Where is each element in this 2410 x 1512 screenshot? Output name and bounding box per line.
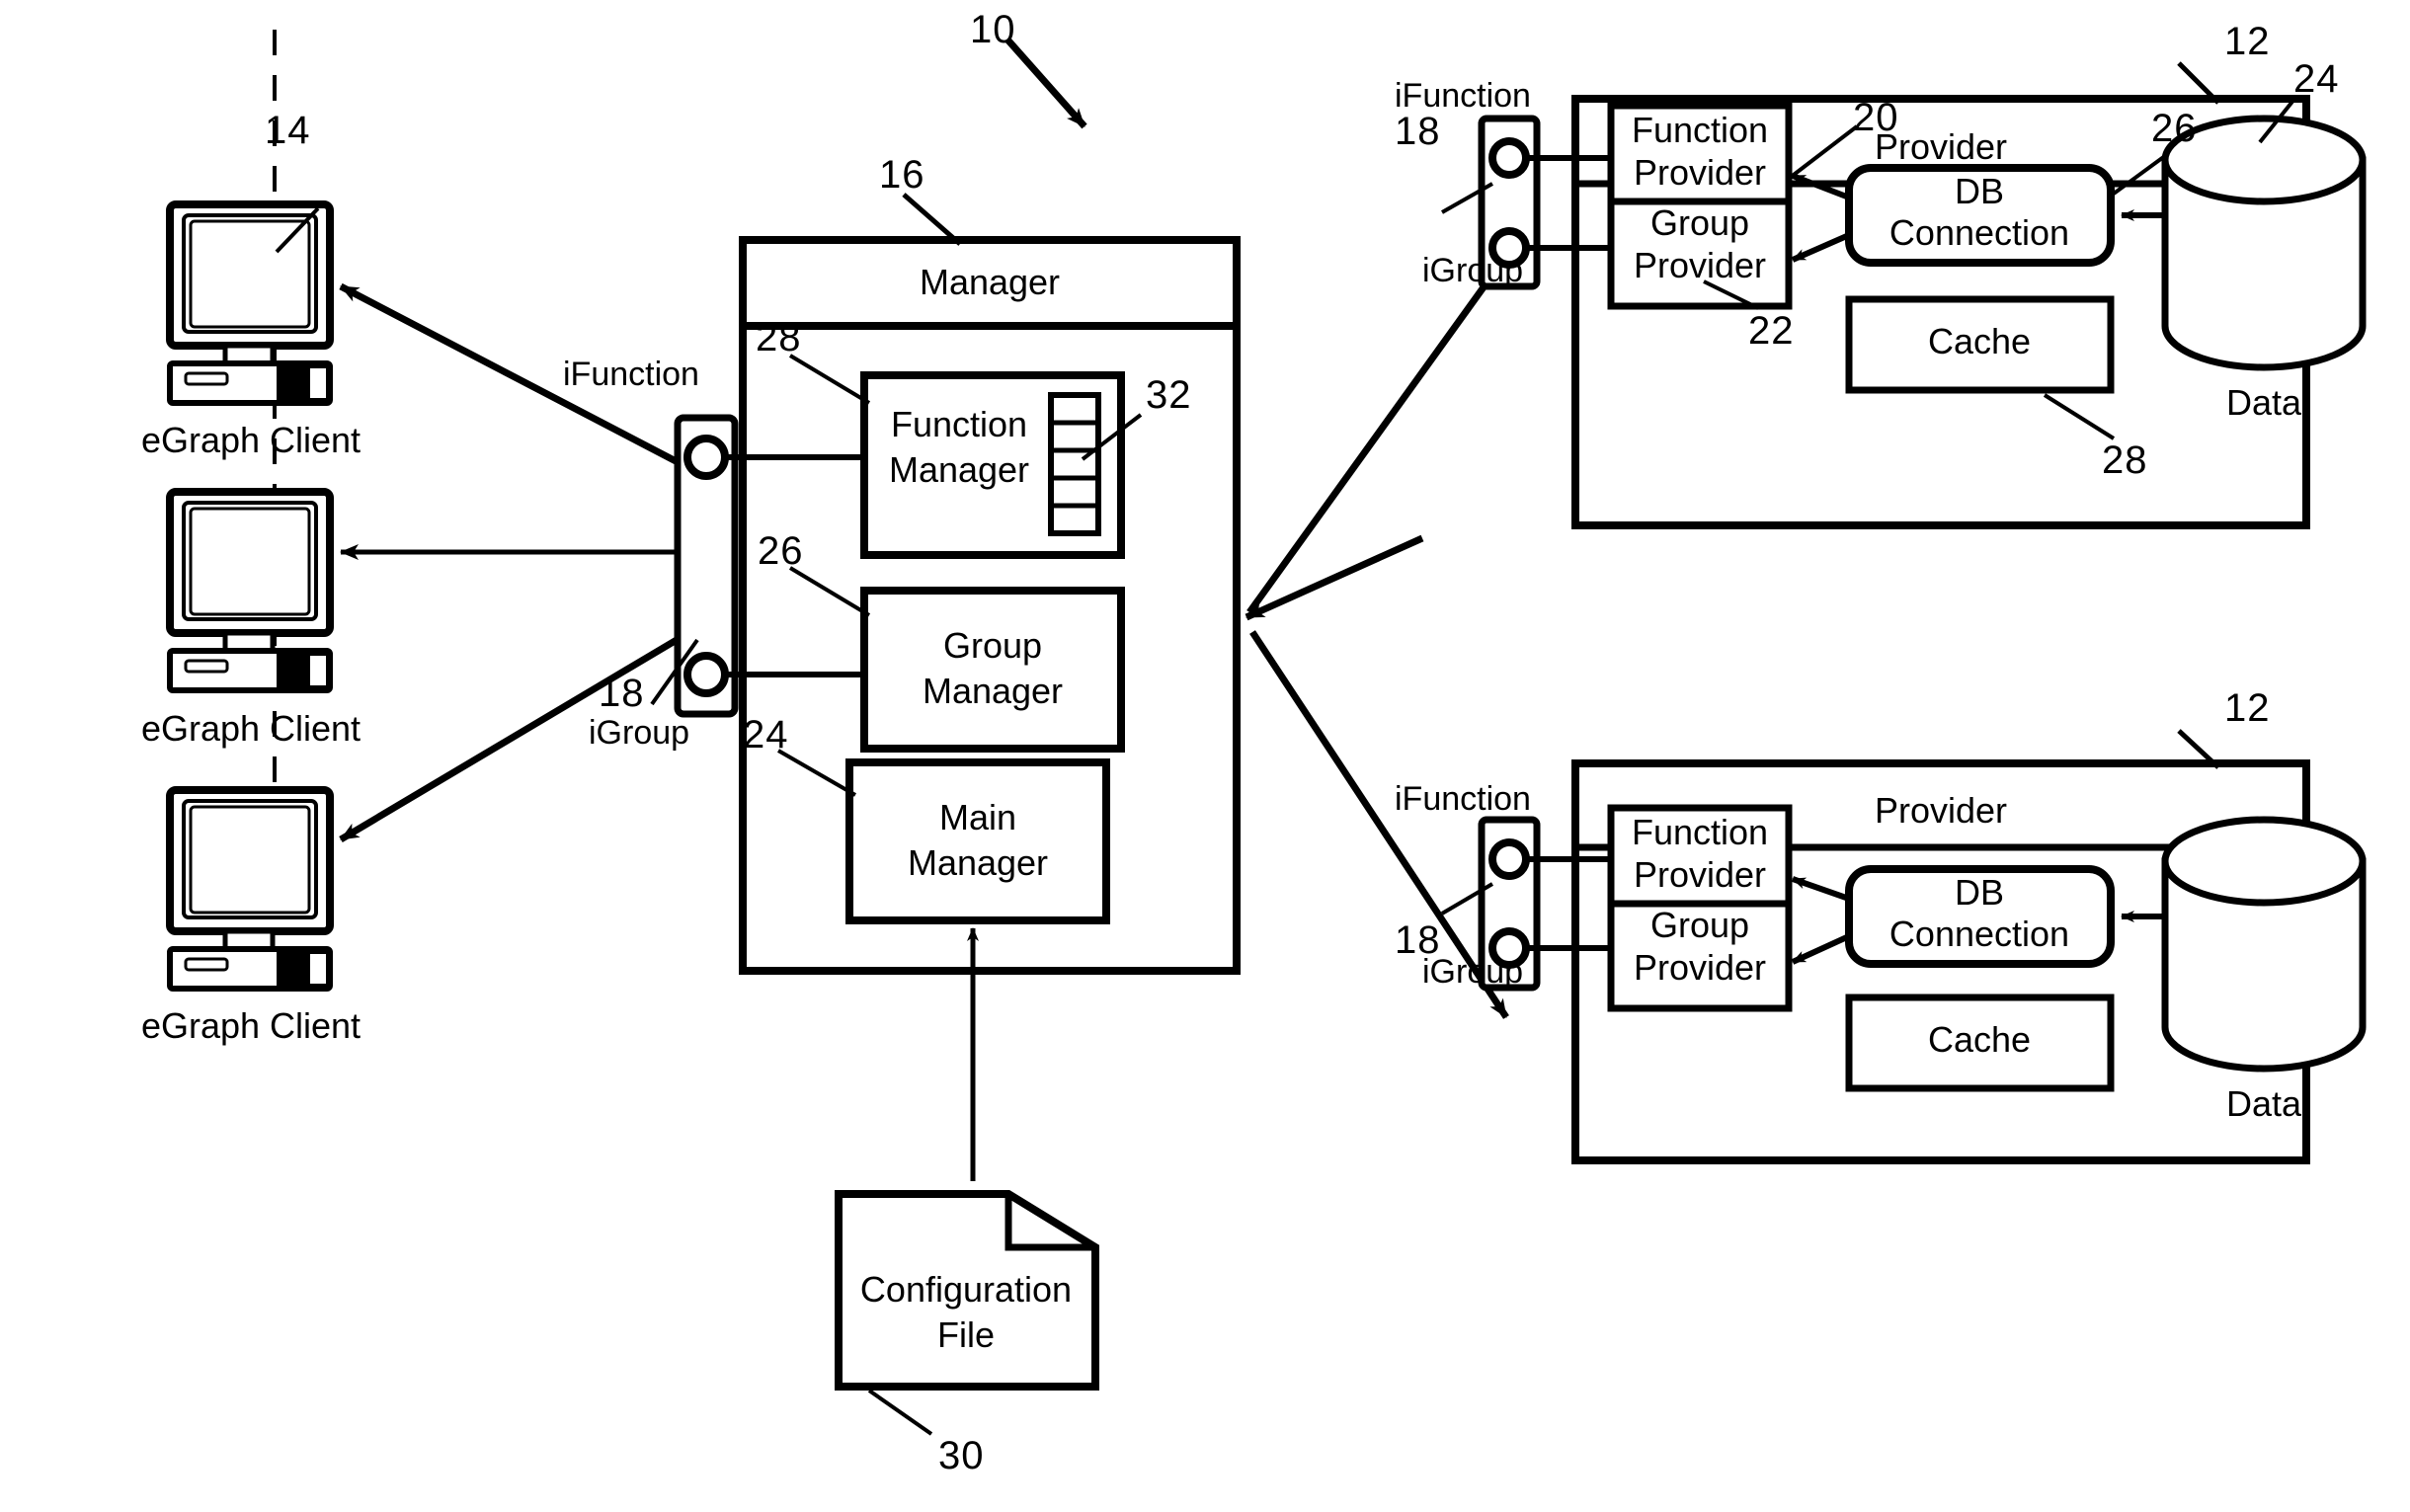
config-file-ref-30: 30 — [938, 1434, 985, 1477]
client-label-3: eGraph Client — [140, 1005, 362, 1046]
provider-1-cache-ref-28: 28 — [2102, 438, 2148, 482]
client-computer-1 — [166, 200, 334, 406]
figure-ref-leader — [1004, 37, 1087, 129]
provider-2-function-provider-line2: Provider — [1633, 854, 1767, 895]
provider-1-cache-label: Cache — [1927, 321, 2032, 361]
provider-1-group-provider-line1: Group — [1649, 202, 1750, 243]
provider-1-function-provider-line2: Provider — [1633, 152, 1767, 193]
provider-1-db-connection-ref-26: 26 — [2151, 107, 2198, 150]
group-manager-label-line1: Group — [942, 625, 1043, 666]
provider-1-function-provider-line1: Function — [1631, 110, 1769, 150]
provider-2-title: Provider — [1874, 790, 2008, 831]
figure-ref-10: 10 — [970, 8, 1016, 51]
provider-1-function-provider-ref-20: 20 — [1853, 96, 1899, 139]
provider-2-group-provider-line1: Group — [1649, 905, 1750, 945]
provider-1-data-label: Data — [2225, 382, 2302, 423]
provider-1-db-connection-line2: Connection — [1888, 212, 2070, 253]
provider-1-db-connection-line1: DB — [1954, 171, 2005, 211]
client-computer-3 — [166, 786, 334, 992]
provider-2-db-connection-line1: DB — [1954, 872, 2005, 913]
provider-2-cache-label: Cache — [1927, 1019, 2032, 1060]
provider-2-interface-ref-18: 18 — [1395, 918, 1441, 962]
provider-2-data-label: Data — [2225, 1083, 2302, 1124]
group-manager-ref-26: 26 — [758, 529, 804, 573]
provider-1-igroup-label: iGroup — [1422, 252, 1524, 289]
manager-ref-16: 16 — [879, 153, 925, 197]
manager-title: Manager — [919, 262, 1061, 302]
provider-1-group-provider-ref-22: 22 — [1748, 309, 1795, 353]
group-manager-label-line2: Manager — [922, 671, 1064, 711]
main-manager-ref-24: 24 — [743, 713, 789, 756]
provider-2-function-provider-line1: Function — [1631, 812, 1769, 852]
function-manager-ref-28: 28 — [756, 316, 802, 359]
provider-2-data-cylinder — [2161, 816, 2367, 1073]
provider-1-data-ref-24: 24 — [2293, 57, 2340, 101]
client-label-1: eGraph Client — [140, 420, 362, 460]
client-computer-2 — [166, 488, 334, 693]
manager-ifunction-label: iFunction — [563, 356, 699, 393]
provider-1-ref-12: 12 — [2224, 20, 2271, 63]
config-file-label-line1: Configuration — [859, 1269, 1073, 1310]
config-file-label-line2: File — [936, 1314, 996, 1355]
client-ref-14: 14 — [265, 109, 311, 152]
provider-2-ifunction-label: iFunction — [1395, 780, 1531, 818]
manager-interface-ref-18: 18 — [599, 672, 645, 715]
manager-igroup-label: iGroup — [589, 714, 690, 752]
provider-2-ref-12: 12 — [2224, 686, 2271, 730]
function-manager-label-line2: Manager — [888, 449, 1030, 490]
patent-figure-canvas: 10 14 eGraph Client eGraph Client eGraph… — [0, 0, 2410, 1512]
client-label-2: eGraph Client — [140, 708, 362, 749]
provider-1-group-provider-line2: Provider — [1633, 245, 1767, 285]
main-manager-label-line1: Main — [938, 797, 1017, 837]
provider-1-interface-ref-18: 18 — [1395, 110, 1441, 153]
main-manager-label-line2: Manager — [907, 842, 1049, 883]
function-manager-label-line1: Function — [890, 404, 1028, 444]
function-manager-stack-ref-32: 32 — [1146, 373, 1192, 417]
provider-2-db-connection-line2: Connection — [1888, 914, 2070, 954]
provider-2-group-provider-line2: Provider — [1633, 947, 1767, 988]
